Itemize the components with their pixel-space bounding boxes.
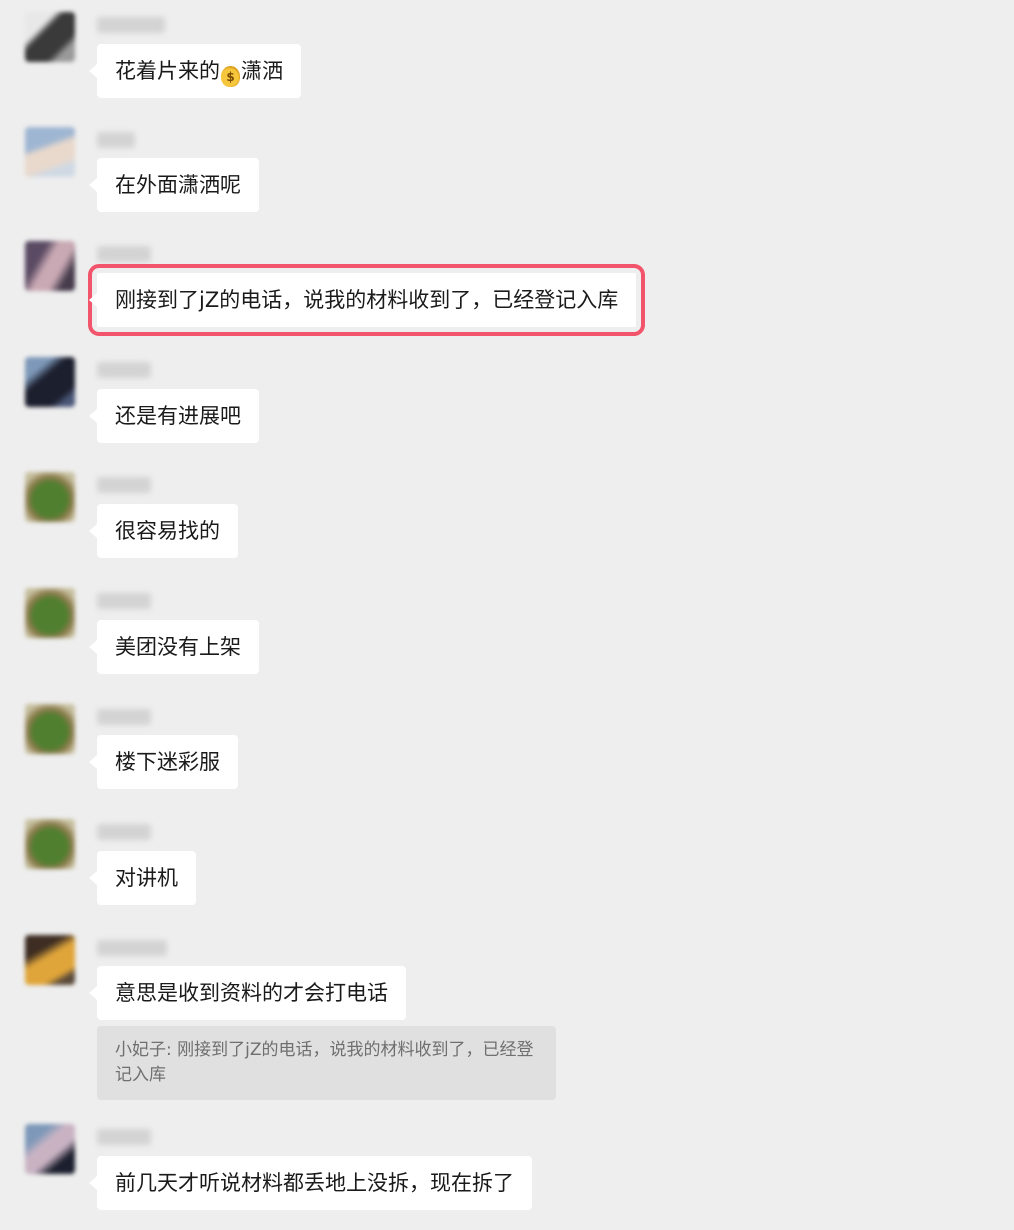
message-bubble[interactable]: 还是有进展吧 <box>89 389 259 443</box>
nickname-blurred <box>97 17 165 33</box>
message-text: 潇洒 <box>241 59 283 83</box>
nickname-blurred <box>97 709 151 725</box>
avatar[interactable] <box>25 12 75 62</box>
nickname-blurred <box>97 593 151 609</box>
avatar[interactable] <box>25 588 75 638</box>
nickname-blurred <box>97 246 151 262</box>
avatar[interactable] <box>25 357 75 407</box>
message-bubble[interactable]: 意思是收到资料的才会打电话 <box>89 966 406 1020</box>
nickname-blurred <box>97 362 151 378</box>
avatar[interactable] <box>25 472 75 522</box>
avatar[interactable] <box>25 1124 75 1174</box>
message-bubble-highlighted[interactable]: 刚接到了jZ的电话，说我的材料收到了，已经登记入库 <box>87 264 646 336</box>
message-bubble[interactable]: 在外面潇洒呢 <box>89 158 259 212</box>
nickname-blurred <box>97 1129 151 1145</box>
avatar[interactable] <box>25 241 75 291</box>
nickname-blurred <box>97 477 151 493</box>
quoted-message[interactable]: 小妃子: 刚接到了jZ的电话，说我的材料收到了，已经登记入库 <box>97 1026 556 1100</box>
avatar[interactable] <box>25 819 75 869</box>
message-bubble[interactable]: 美团没有上架 <box>89 620 259 674</box>
avatar[interactable] <box>25 127 75 177</box>
message-bubble[interactable]: 楼下迷彩服 <box>89 735 238 789</box>
message-bubble[interactable]: 对讲机 <box>89 851 196 905</box>
message-bubble[interactable]: 花着片来的 $ 潇洒 <box>89 44 301 98</box>
nickname-blurred <box>97 940 167 956</box>
money-bag-icon: $ <box>221 66 240 87</box>
message-text: 花着片来的 <box>115 59 220 83</box>
nickname-blurred <box>97 132 135 148</box>
nickname-blurred <box>97 824 151 840</box>
avatar[interactable] <box>25 704 75 754</box>
message-bubble[interactable]: 前几天才听说材料都丢地上没拆，现在拆了 <box>89 1156 532 1210</box>
avatar[interactable] <box>25 935 75 985</box>
message-bubble[interactable]: 很容易找的 <box>89 504 238 558</box>
